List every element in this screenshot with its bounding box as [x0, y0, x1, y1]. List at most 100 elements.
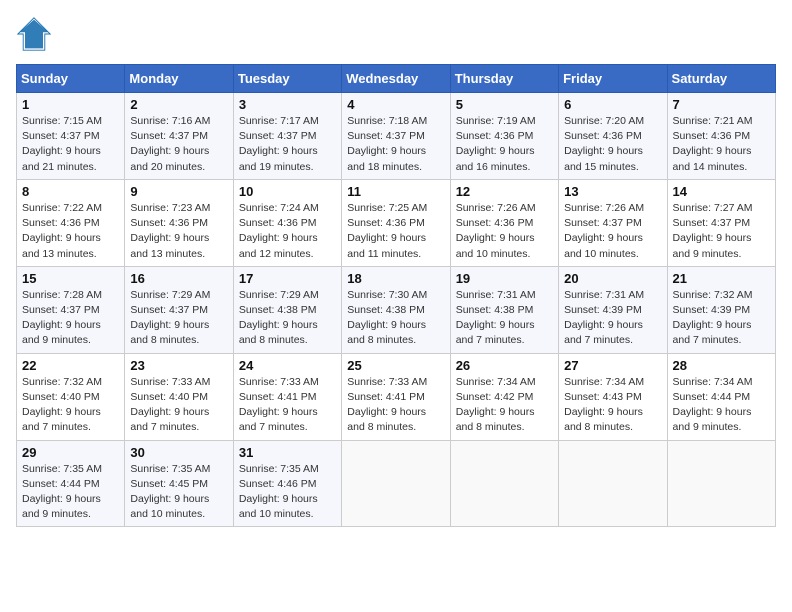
calendar-day-cell: [342, 440, 450, 527]
day-info: Sunrise: 7:34 AM Sunset: 4:43 PM Dayligh…: [564, 375, 661, 436]
calendar-week-row: 15 Sunrise: 7:28 AM Sunset: 4:37 PM Dayli…: [17, 266, 776, 353]
day-number: 28: [673, 358, 770, 373]
day-info: Sunrise: 7:32 AM Sunset: 4:40 PM Dayligh…: [22, 375, 119, 436]
day-number: 12: [456, 184, 553, 199]
calendar-body: 1 Sunrise: 7:15 AM Sunset: 4:37 PM Daylig…: [17, 93, 776, 527]
calendar-week-row: 29 Sunrise: 7:35 AM Sunset: 4:44 PM Dayli…: [17, 440, 776, 527]
day-info: Sunrise: 7:33 AM Sunset: 4:41 PM Dayligh…: [347, 375, 444, 436]
calendar-day-cell: 1 Sunrise: 7:15 AM Sunset: 4:37 PM Daylig…: [17, 93, 125, 180]
day-info: Sunrise: 7:28 AM Sunset: 4:37 PM Dayligh…: [22, 288, 119, 349]
calendar-day-cell: 17 Sunrise: 7:29 AM Sunset: 4:38 PM Dayli…: [233, 266, 341, 353]
day-number: 26: [456, 358, 553, 373]
calendar-week-row: 1 Sunrise: 7:15 AM Sunset: 4:37 PM Daylig…: [17, 93, 776, 180]
calendar-day-cell: [667, 440, 775, 527]
calendar-day-cell: 2 Sunrise: 7:16 AM Sunset: 4:37 PM Daylig…: [125, 93, 233, 180]
day-info: Sunrise: 7:26 AM Sunset: 4:37 PM Dayligh…: [564, 201, 661, 262]
weekday-header: Tuesday: [233, 65, 341, 93]
calendar-day-cell: 24 Sunrise: 7:33 AM Sunset: 4:41 PM Dayli…: [233, 353, 341, 440]
calendar-day-cell: 13 Sunrise: 7:26 AM Sunset: 4:37 PM Dayli…: [559, 179, 667, 266]
day-number: 24: [239, 358, 336, 373]
day-number: 11: [347, 184, 444, 199]
calendar-day-cell: 22 Sunrise: 7:32 AM Sunset: 4:40 PM Dayli…: [17, 353, 125, 440]
day-number: 25: [347, 358, 444, 373]
calendar-week-row: 22 Sunrise: 7:32 AM Sunset: 4:40 PM Dayli…: [17, 353, 776, 440]
day-number: 18: [347, 271, 444, 286]
calendar-day-cell: 29 Sunrise: 7:35 AM Sunset: 4:44 PM Dayli…: [17, 440, 125, 527]
day-info: Sunrise: 7:15 AM Sunset: 4:37 PM Dayligh…: [22, 114, 119, 175]
weekday-header: Wednesday: [342, 65, 450, 93]
day-info: Sunrise: 7:31 AM Sunset: 4:39 PM Dayligh…: [564, 288, 661, 349]
day-number: 17: [239, 271, 336, 286]
day-info: Sunrise: 7:21 AM Sunset: 4:36 PM Dayligh…: [673, 114, 770, 175]
calendar-day-cell: 5 Sunrise: 7:19 AM Sunset: 4:36 PM Daylig…: [450, 93, 558, 180]
weekday-header: Saturday: [667, 65, 775, 93]
day-info: Sunrise: 7:25 AM Sunset: 4:36 PM Dayligh…: [347, 201, 444, 262]
calendar-day-cell: [450, 440, 558, 527]
calendar-day-cell: 14Sunrise: 7:27 AM Sunset: 4:37 PM Dayli…: [667, 179, 775, 266]
day-info: Sunrise: 7:26 AM Sunset: 4:36 PM Dayligh…: [456, 201, 553, 262]
day-number: 9: [130, 184, 227, 199]
day-number: 27: [564, 358, 661, 373]
calendar-day-cell: 26 Sunrise: 7:34 AM Sunset: 4:42 PM Dayli…: [450, 353, 558, 440]
day-info: Sunrise: 7:33 AM Sunset: 4:40 PM Dayligh…: [130, 375, 227, 436]
day-info: Sunrise: 7:34 AM Sunset: 4:42 PM Dayligh…: [456, 375, 553, 436]
day-number: 20: [564, 271, 661, 286]
day-number: 13: [564, 184, 661, 199]
day-info: Sunrise: 7:17 AM Sunset: 4:37 PM Dayligh…: [239, 114, 336, 175]
day-number: 10: [239, 184, 336, 199]
logo-icon: [16, 16, 52, 52]
day-info: Sunrise: 7:23 AM Sunset: 4:36 PM Dayligh…: [130, 201, 227, 262]
weekday-header: Monday: [125, 65, 233, 93]
day-info: Sunrise: 7:32 AM Sunset: 4:39 PM Dayligh…: [673, 288, 770, 349]
calendar-day-cell: 16 Sunrise: 7:29 AM Sunset: 4:37 PM Dayli…: [125, 266, 233, 353]
calendar-day-cell: 10 Sunrise: 7:24 AM Sunset: 4:36 PM Dayli…: [233, 179, 341, 266]
calendar-day-cell: 11 Sunrise: 7:25 AM Sunset: 4:36 PM Dayli…: [342, 179, 450, 266]
calendar-day-cell: 15 Sunrise: 7:28 AM Sunset: 4:37 PM Dayli…: [17, 266, 125, 353]
day-number: 14: [673, 184, 770, 199]
day-number: 29: [22, 445, 119, 460]
day-number: 7: [673, 97, 770, 112]
day-number: 6: [564, 97, 661, 112]
day-number: 4: [347, 97, 444, 112]
day-info: Sunrise: 7:34 AM Sunset: 4:44 PM Dayligh…: [673, 375, 770, 436]
day-info: Sunrise: 7:35 AM Sunset: 4:44 PM Dayligh…: [22, 462, 119, 523]
day-number: 21: [673, 271, 770, 286]
logo: [16, 16, 56, 52]
day-info: Sunrise: 7:35 AM Sunset: 4:46 PM Dayligh…: [239, 462, 336, 523]
day-number: 19: [456, 271, 553, 286]
day-info: Sunrise: 7:24 AM Sunset: 4:36 PM Dayligh…: [239, 201, 336, 262]
day-number: 31: [239, 445, 336, 460]
day-number: 8: [22, 184, 119, 199]
day-info: Sunrise: 7:29 AM Sunset: 4:38 PM Dayligh…: [239, 288, 336, 349]
day-info: Sunrise: 7:33 AM Sunset: 4:41 PM Dayligh…: [239, 375, 336, 436]
calendar-day-cell: 8Sunrise: 7:22 AM Sunset: 4:36 PM Daylig…: [17, 179, 125, 266]
weekday-header: Friday: [559, 65, 667, 93]
day-number: 16: [130, 271, 227, 286]
calendar-day-cell: 12 Sunrise: 7:26 AM Sunset: 4:36 PM Dayli…: [450, 179, 558, 266]
calendar-day-cell: 4 Sunrise: 7:18 AM Sunset: 4:37 PM Daylig…: [342, 93, 450, 180]
calendar-header-row: SundayMondayTuesdayWednesdayThursdayFrid…: [17, 65, 776, 93]
day-info: Sunrise: 7:19 AM Sunset: 4:36 PM Dayligh…: [456, 114, 553, 175]
day-number: 22: [22, 358, 119, 373]
day-number: 5: [456, 97, 553, 112]
calendar-day-cell: 21 Sunrise: 7:32 AM Sunset: 4:39 PM Dayli…: [667, 266, 775, 353]
day-number: 30: [130, 445, 227, 460]
calendar-day-cell: 3 Sunrise: 7:17 AM Sunset: 4:37 PM Daylig…: [233, 93, 341, 180]
day-number: 2: [130, 97, 227, 112]
weekday-header: Sunday: [17, 65, 125, 93]
day-number: 1: [22, 97, 119, 112]
day-number: 15: [22, 271, 119, 286]
day-info: Sunrise: 7:29 AM Sunset: 4:37 PM Dayligh…: [130, 288, 227, 349]
day-number: 23: [130, 358, 227, 373]
calendar-day-cell: 7 Sunrise: 7:21 AM Sunset: 4:36 PM Daylig…: [667, 93, 775, 180]
calendar-day-cell: 6Sunrise: 7:20 AM Sunset: 4:36 PM Daylig…: [559, 93, 667, 180]
day-info: Sunrise: 7:31 AM Sunset: 4:38 PM Dayligh…: [456, 288, 553, 349]
day-info: Sunrise: 7:30 AM Sunset: 4:38 PM Dayligh…: [347, 288, 444, 349]
day-info: Sunrise: 7:18 AM Sunset: 4:37 PM Dayligh…: [347, 114, 444, 175]
calendar-day-cell: 20 Sunrise: 7:31 AM Sunset: 4:39 PM Dayli…: [559, 266, 667, 353]
day-number: 3: [239, 97, 336, 112]
calendar-day-cell: 30Sunrise: 7:35 AM Sunset: 4:45 PM Dayli…: [125, 440, 233, 527]
calendar-day-cell: 31 Sunrise: 7:35 AM Sunset: 4:46 PM Dayli…: [233, 440, 341, 527]
day-info: Sunrise: 7:16 AM Sunset: 4:37 PM Dayligh…: [130, 114, 227, 175]
calendar-day-cell: 19 Sunrise: 7:31 AM Sunset: 4:38 PM Dayli…: [450, 266, 558, 353]
